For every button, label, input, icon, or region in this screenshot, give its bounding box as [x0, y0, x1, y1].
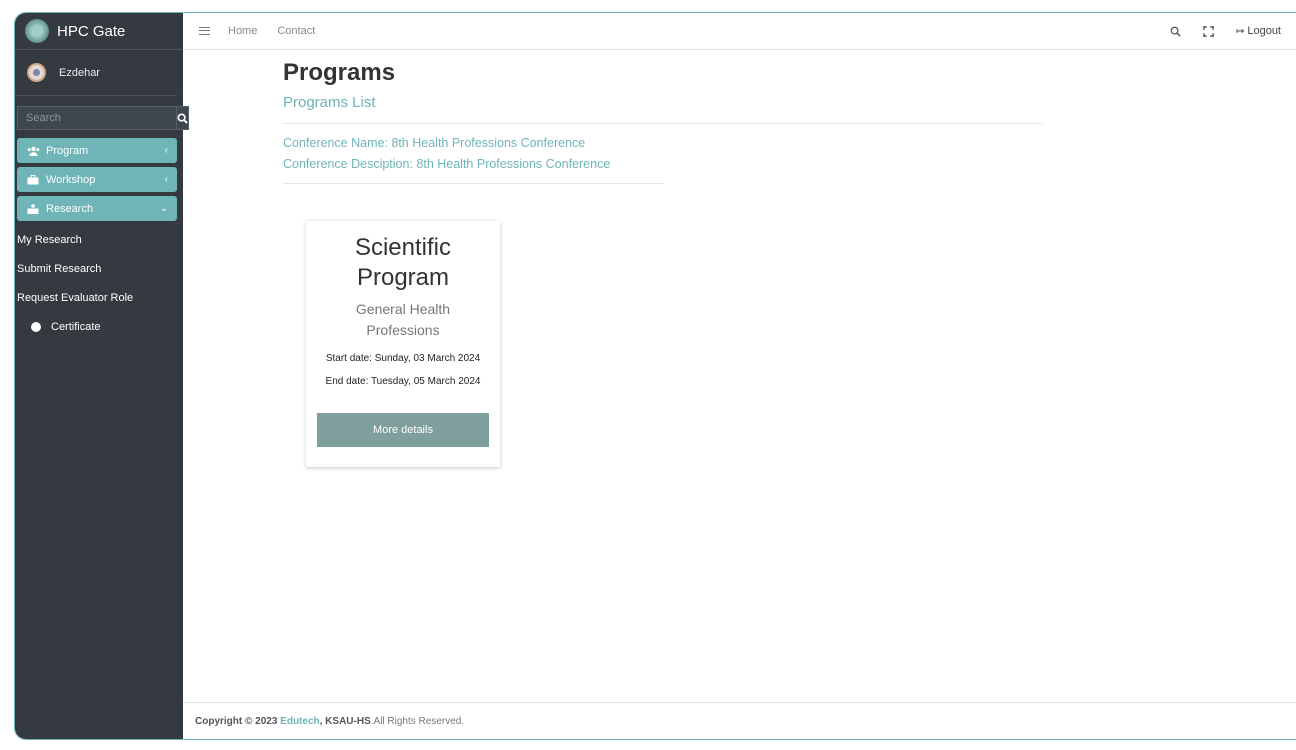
chevron-left-icon: ‹ — [164, 174, 168, 185]
sidebar-item-label: Workshop — [46, 173, 96, 186]
sidebar-item-workshop[interactable]: Workshop ‹ — [17, 167, 177, 192]
user-name: Ezdehar — [59, 66, 100, 79]
menu-toggle-icon[interactable] — [199, 27, 210, 35]
card-title: Scientific Program — [354, 234, 452, 291]
top-navbar: Home Contact ↦ Logout — [183, 13, 1296, 50]
conference-name: Conference Name: 8th Health Professions … — [283, 136, 586, 150]
divider — [283, 183, 663, 184]
search-input[interactable] — [17, 106, 176, 130]
sidebar-item-my-research[interactable]: My Research — [15, 225, 183, 254]
page-subtitle: Programs List — [283, 94, 376, 111]
program-card: Scientific Program General Health Profes… — [306, 221, 500, 467]
user-panel[interactable]: Ezdehar — [15, 50, 177, 96]
logout-label: Logout — [1247, 25, 1281, 37]
users-icon — [26, 146, 40, 156]
sidebar-item-label: Research — [46, 202, 94, 215]
company-link[interactable]: Edutech — [280, 716, 319, 727]
more-details-button[interactable]: More details — [317, 413, 489, 447]
sidebar-item-label: Certificate — [51, 320, 101, 333]
navbar-right: ↦ Logout — [1148, 25, 1281, 37]
conference-description: Conference Desciption: 8th Health Profes… — [283, 157, 611, 171]
nav-home-link[interactable]: Home — [228, 25, 257, 37]
sign-out-icon: ↦ — [1235, 25, 1245, 37]
org-name: , KSAU-HS — [319, 715, 371, 727]
divider — [283, 123, 1043, 124]
logout-button[interactable]: ↦ Logout — [1236, 25, 1281, 37]
start-date: Start date: Sunday, 03 March 2024 — [325, 353, 481, 364]
brand-logo-icon — [25, 19, 49, 43]
chevron-left-icon: ‹ — [164, 145, 168, 156]
avatar — [27, 63, 46, 82]
sidebar-item-submit-research[interactable]: Submit Research — [15, 254, 183, 283]
nav-contact-link[interactable]: Contact — [277, 25, 315, 37]
app-window: HPC Gate Ezdehar Program ‹ Workshop ‹ — [14, 12, 1296, 740]
sidebar-item-research[interactable]: Research ⌄ — [17, 196, 177, 221]
sidebar-item-program[interactable]: Program ‹ — [17, 138, 177, 163]
page-title: Programs — [283, 59, 396, 86]
search-icon[interactable] — [1170, 26, 1181, 37]
person-board-icon — [26, 203, 40, 214]
rights-text: .All Rights Reserved. — [370, 715, 465, 727]
footer: Copyright © 2023 Edutech, KSAU-HS .All Ri… — [183, 702, 1296, 739]
copyright-text: Copyright © 2023 — [195, 715, 278, 727]
briefcase-icon — [26, 174, 40, 185]
sidebar-search — [17, 106, 189, 130]
circle-icon — [31, 321, 41, 332]
sidebar-item-request-evaluator-role[interactable]: Request Evaluator Role — [15, 283, 183, 312]
chevron-down-icon: ⌄ — [159, 203, 168, 214]
sidebar-item-label: Program — [46, 144, 89, 157]
content-area: Programs Programs List Conference Name: … — [183, 50, 1296, 702]
brand-link[interactable]: HPC Gate — [15, 13, 183, 50]
card-subtitle: General Health Professions — [355, 301, 451, 338]
fullscreen-icon[interactable] — [1203, 25, 1214, 37]
brand-name: HPC Gate — [57, 22, 126, 40]
sidebar: HPC Gate Ezdehar Program ‹ Workshop ‹ — [15, 13, 189, 739]
end-date: End date: Tuesday, 05 March 2024 — [325, 376, 481, 387]
sidebar-item-certificate[interactable]: Certificate — [15, 312, 183, 341]
